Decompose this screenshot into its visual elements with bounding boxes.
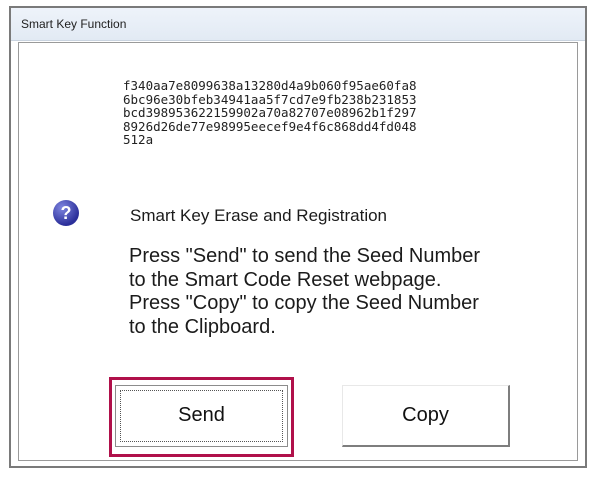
- instruction-line: to the Smart Code Reset webpage.: [129, 268, 442, 291]
- title-bar[interactable]: Smart Key Function: [11, 8, 585, 41]
- seed-line: 512a: [123, 132, 154, 147]
- seed-number-text: f340aa7e8099638a13280d4a9b060f95ae60fa8 …: [123, 79, 417, 147]
- seed-line: bcd398953622159902a70a82707e08962b1f297: [123, 105, 417, 120]
- copy-button[interactable]: Copy: [342, 385, 510, 447]
- seed-line: f340aa7e8099638a13280d4a9b060f95ae60fa8: [123, 78, 417, 93]
- instruction-line: to the Clipboard.: [129, 315, 276, 338]
- smart-key-dialog: Smart Key Function f340aa7e8099638a13280…: [9, 6, 587, 468]
- instruction-text: Press "Send" to send the Seed Number to …: [129, 245, 480, 339]
- seed-line: 6bc96e30bfeb34941aa5f7cd7e9fb238b231853: [123, 91, 417, 107]
- send-button[interactable]: Send: [115, 385, 288, 447]
- instruction-line: Press "Copy" to copy the Seed Number: [129, 292, 479, 314]
- dialog-body: f340aa7e8099638a13280d4a9b060f95ae60fa8 …: [18, 42, 578, 461]
- window-title: Smart Key Function: [21, 17, 127, 31]
- dialog-heading: Smart Key Erase and Registration: [130, 206, 388, 225]
- seed-line: 8926d26de77e98995eecef9e4f6c868dd4fd048: [123, 118, 417, 134]
- instruction-line: Press "Send" to send the Seed Number: [129, 245, 481, 267]
- question-icon: ?: [53, 200, 79, 226]
